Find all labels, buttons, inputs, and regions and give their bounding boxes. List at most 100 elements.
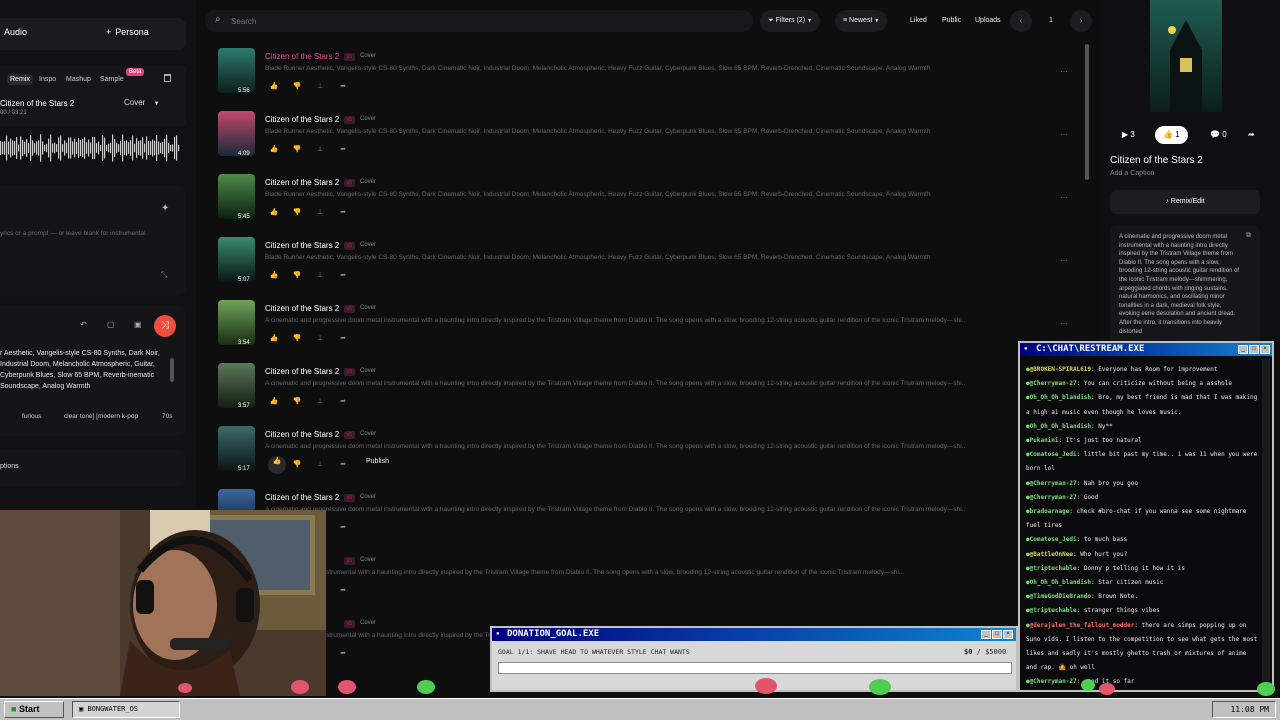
thumbs-up-icon[interactable]: 👍: [268, 456, 286, 474]
tab-persona[interactable]: + Persona: [106, 27, 149, 37]
chat-titlebar[interactable]: ● C:\CHAT\RESTREAM.EXE _ □ ×: [1020, 343, 1272, 356]
song-row[interactable]: 5:56 Citizen of the Stars 2 v5 Cover Bla…: [214, 44, 1074, 107]
share-icon[interactable]: ➦: [337, 396, 349, 408]
undo-icon[interactable]: ↶: [80, 320, 87, 329]
style-tag[interactable]: clear tone] [modern k-pop: [64, 413, 138, 420]
thumbs-down-icon[interactable]: 👎: [291, 81, 303, 93]
song-title[interactable]: Citizen of the Stars 2: [265, 493, 339, 502]
thumbs-down-icon[interactable]: 👎: [291, 207, 303, 219]
thumbs-up-icon[interactable]: 👍: [268, 396, 280, 408]
thumbs-up-icon[interactable]: 👍: [268, 333, 280, 345]
song-row[interactable]: 5:17 Citizen of the Stars 2 v5 Cover A c…: [214, 422, 1074, 485]
filters-button[interactable]: ⏷ Filters (2) ▼: [760, 10, 821, 32]
next-page-icon[interactable]: ›: [1070, 10, 1092, 32]
prev-page-icon[interactable]: ‹: [1010, 10, 1032, 32]
chat-username[interactable]: Oh_Oh_Oh_blandish: [1030, 394, 1091, 401]
style-scrollbar[interactable]: [170, 358, 174, 382]
copy-icon[interactable]: ⧉: [1246, 232, 1251, 240]
expand-icon[interactable]: ⤡: [161, 270, 167, 280]
chat-username[interactable]: @triptechable: [1030, 607, 1077, 614]
share-icon[interactable]: ➦: [337, 585, 349, 597]
chat-username[interactable]: Oh_Oh_Oh_blandish: [1030, 423, 1091, 430]
maximize-icon[interactable]: □: [992, 630, 1002, 639]
remix-edit-button[interactable]: ♪ Remix/Edit: [1110, 190, 1260, 214]
pin-icon[interactable]: ⊥: [314, 81, 326, 93]
thumbs-down-icon[interactable]: 👎: [291, 333, 303, 345]
more-options-icon[interactable]: ⋯: [1060, 67, 1068, 76]
search-input[interactable]: ⌕ Search: [205, 10, 753, 32]
minimize-icon[interactable]: _: [981, 630, 991, 639]
chat-username[interactable]: Oh_Oh_Oh_blandish: [1030, 579, 1091, 586]
thumbs-down-icon[interactable]: 👎: [291, 459, 303, 471]
share-icon[interactable]: ➦: [337, 81, 349, 93]
donation-titlebar[interactable]: ● DONATION_GOAL.EXE _ □ ×: [492, 628, 1016, 641]
thumbs-down-icon[interactable]: 👎: [291, 270, 303, 282]
chat-scrollbar[interactable]: [1262, 359, 1270, 689]
add-caption-link[interactable]: Add a Caption: [1110, 170, 1154, 177]
share-icon[interactable]: ➦: [337, 207, 349, 219]
list-scrollbar[interactable]: [1085, 44, 1089, 180]
style-tag[interactable]: 70s: [162, 413, 172, 420]
share-icon[interactable]: ➦: [337, 522, 349, 534]
share-icon[interactable]: ➦: [337, 648, 349, 660]
song-thumbnail[interactable]: 5:45: [218, 174, 255, 219]
pin-icon[interactable]: ⊥: [314, 207, 326, 219]
song-thumbnail[interactable]: 5:07: [218, 237, 255, 282]
maximize-icon[interactable]: □: [1249, 345, 1259, 354]
chat-username[interactable]: @BROKEN-SPIRAL619: [1030, 366, 1091, 373]
comment-button[interactable]: 💬 0: [1210, 126, 1227, 144]
close-icon[interactable]: ×: [1003, 630, 1013, 639]
thumbs-down-icon[interactable]: 👎: [291, 396, 303, 408]
song-thumbnail[interactable]: 5:56: [218, 48, 255, 93]
song-row[interactable]: 4:09 Citizen of the Stars 2 v5 Cover Bla…: [214, 107, 1074, 170]
chat-username[interactable]: @Cherryman-27: [1030, 678, 1077, 685]
trash-icon[interactable]: ▣: [134, 320, 142, 329]
chat-username[interactable]: @derajalen_the_fallout_modder: [1030, 622, 1135, 629]
more-options[interactable]: ptions: [0, 450, 186, 486]
song-title[interactable]: Citizen of the Stars 2: [265, 178, 339, 187]
taskbar-item[interactable]: ▣ BONGWATER_OS: [72, 701, 180, 718]
pin-icon[interactable]: ⊥: [314, 144, 326, 156]
chat-username[interactable]: @BattleOnNee: [1030, 551, 1073, 558]
song-row[interactable]: 3:57 Citizen of the Stars 2 v5 Cover A c…: [214, 359, 1074, 422]
pin-icon[interactable]: ⊥: [314, 270, 326, 282]
share-icon[interactable]: ➦: [337, 270, 349, 282]
thumbs-up-icon[interactable]: 👍: [268, 144, 280, 156]
sort-button[interactable]: ≡ Newest ▼: [835, 10, 888, 32]
chat-username[interactable]: bradoarnage: [1030, 508, 1070, 515]
song-row[interactable]: s 2 v5 Cover essive doom metal instrumen…: [214, 548, 1074, 611]
waveform[interactable]: [0, 126, 180, 170]
pin-icon[interactable]: ⊥: [314, 459, 326, 471]
mode-inspo[interactable]: Inspo: [36, 74, 59, 85]
song-thumbnail[interactable]: 4:09: [218, 111, 255, 156]
pin-icon[interactable]: ⊥: [314, 396, 326, 408]
song-thumbnail[interactable]: 5:17: [218, 426, 255, 471]
copy-icon[interactable]: ▢: [107, 320, 115, 329]
magic-wand-icon[interactable]: ✦: [161, 203, 169, 214]
song-title[interactable]: Citizen of the Stars 2: [265, 115, 339, 124]
song-thumbnail[interactable]: 3:57: [218, 363, 255, 408]
like-button[interactable]: 👍 1: [1155, 126, 1188, 144]
chat-username[interactable]: @TimeGodDieBrando: [1030, 593, 1091, 600]
close-icon[interactable]: ×: [1260, 345, 1270, 354]
mode-mashup[interactable]: Mashup: [63, 74, 94, 85]
song-title[interactable]: Citizen of the Stars 2: [265, 304, 339, 313]
share-icon[interactable]: ➦: [337, 144, 349, 156]
filter-liked[interactable]: Liked: [910, 17, 927, 24]
chat-username[interactable]: Pukanini: [1030, 437, 1059, 444]
thumbs-up-icon[interactable]: 👍: [268, 270, 280, 282]
publish-button[interactable]: Publish: [366, 458, 389, 465]
chat-username[interactable]: @Cherryman-27: [1030, 380, 1077, 387]
more-options-icon[interactable]: ⋯: [1060, 319, 1068, 328]
mode-remix[interactable]: Remix: [7, 74, 33, 85]
share-icon[interactable]: ➦: [337, 333, 349, 345]
more-options-icon[interactable]: ⋯: [1060, 130, 1068, 139]
song-title[interactable]: Citizen of the Stars 2: [265, 430, 339, 439]
song-row[interactable]: 5:07 Citizen of the Stars 2 v5 Cover Bla…: [214, 233, 1074, 296]
cover-dropdown[interactable]: Cover ▼: [124, 98, 170, 114]
song-title[interactable]: Citizen of the Stars 2: [265, 367, 339, 376]
song-title[interactable]: Citizen of the Stars 2: [265, 52, 339, 61]
chat-username[interactable]: @Cherryman-27: [1030, 494, 1077, 501]
song-row[interactable]: 5:45 Citizen of the Stars 2 v5 Cover Bla…: [214, 170, 1074, 233]
thumbs-up-icon[interactable]: 👍: [268, 207, 280, 219]
